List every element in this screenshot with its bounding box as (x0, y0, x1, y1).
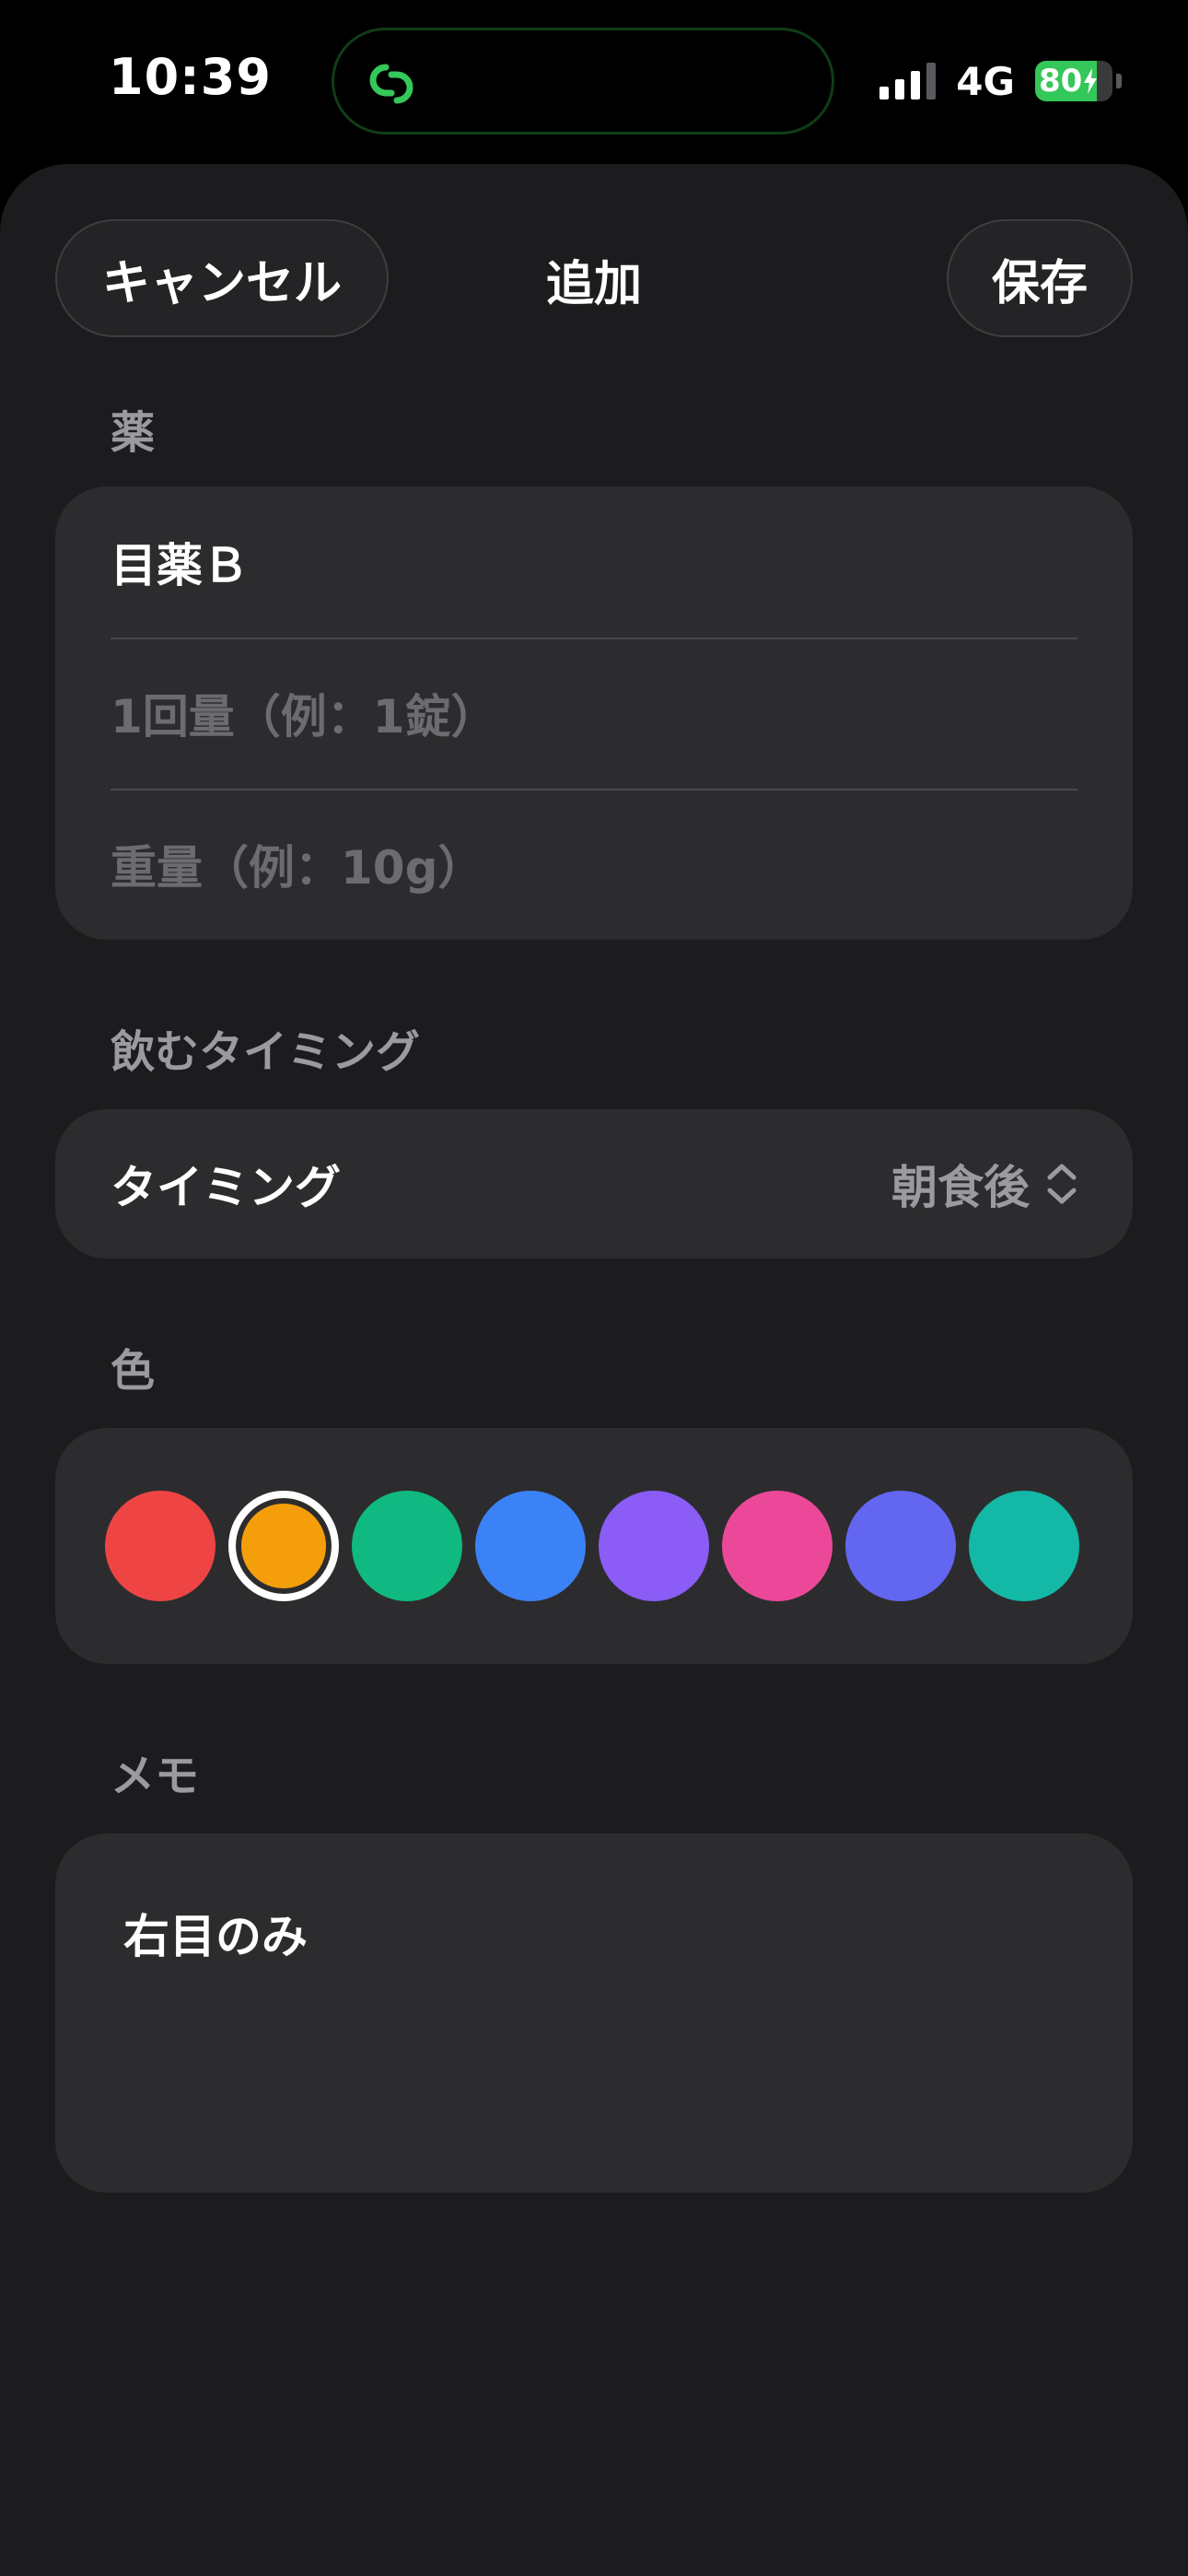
dose-field[interactable]: 1回量（例：1錠） (111, 638, 1077, 789)
memo-field[interactable]: 右目のみ (55, 1833, 1133, 2193)
color-swatch[interactable] (845, 1491, 956, 1601)
battery-tip (1116, 74, 1122, 88)
color-swatch[interactable] (105, 1491, 215, 1601)
color-swatch[interactable] (475, 1491, 586, 1601)
color-swatch[interactable] (228, 1491, 339, 1601)
chevron-up-down-icon (1047, 1164, 1077, 1204)
dose-placeholder: 1回量（例：1錠） (111, 690, 497, 744)
medicine-name-value: 目薬Ｂ (111, 539, 249, 592)
medicine-name-field[interactable]: 目薬Ｂ (111, 486, 1077, 638)
timing-row-label: タイミング (111, 1161, 341, 1214)
signal-icon (879, 63, 937, 100)
medicine-group: 目薬Ｂ 1回量（例：1錠） 重量（例：10g） (55, 486, 1133, 940)
medicine-section-label: 薬 (111, 407, 156, 459)
timing-section-label: 飲むタイミング (111, 1026, 421, 1078)
save-button[interactable]: 保存 (947, 219, 1133, 337)
status-indicators: 4G 80 (879, 57, 1122, 105)
network-type: 4G (956, 58, 1015, 104)
charging-bolt-icon (1084, 68, 1098, 94)
battery-icon: 80 (1035, 61, 1112, 101)
color-swatch[interactable] (722, 1491, 833, 1601)
timing-picker[interactable]: 朝食後 (891, 1109, 1077, 1259)
color-section-label: 色 (111, 1345, 156, 1397)
battery-percent: 80 (1039, 63, 1083, 100)
color-swatches (105, 1428, 1079, 1664)
color-swatch[interactable] (352, 1491, 462, 1601)
memo-value: 右目のみ (123, 1910, 308, 1963)
link-icon (369, 64, 413, 104)
timing-selected-value: 朝食後 (891, 1161, 1030, 1214)
color-swatch[interactable] (599, 1491, 709, 1601)
screen: 10:39 4G 80 キャンセル 追加 保存 薬 目薬Ｂ 1回量（例：1錠） … (0, 0, 1188, 2576)
dynamic-island[interactable] (332, 28, 834, 135)
add-sheet: キャンセル 追加 保存 薬 目薬Ｂ 1回量（例：1錠） 重量（例：10g） 飲む… (0, 164, 1188, 2576)
weight-field[interactable]: 重量（例：10g） (111, 789, 1077, 940)
memo-section-label: メモ (111, 1751, 200, 1802)
weight-placeholder: 重量（例：10g） (111, 841, 484, 895)
status-time: 10:39 (109, 48, 272, 106)
timing-group: タイミング 朝食後 (55, 1109, 1133, 1259)
color-group (55, 1428, 1133, 1664)
color-swatch[interactable] (969, 1491, 1079, 1601)
